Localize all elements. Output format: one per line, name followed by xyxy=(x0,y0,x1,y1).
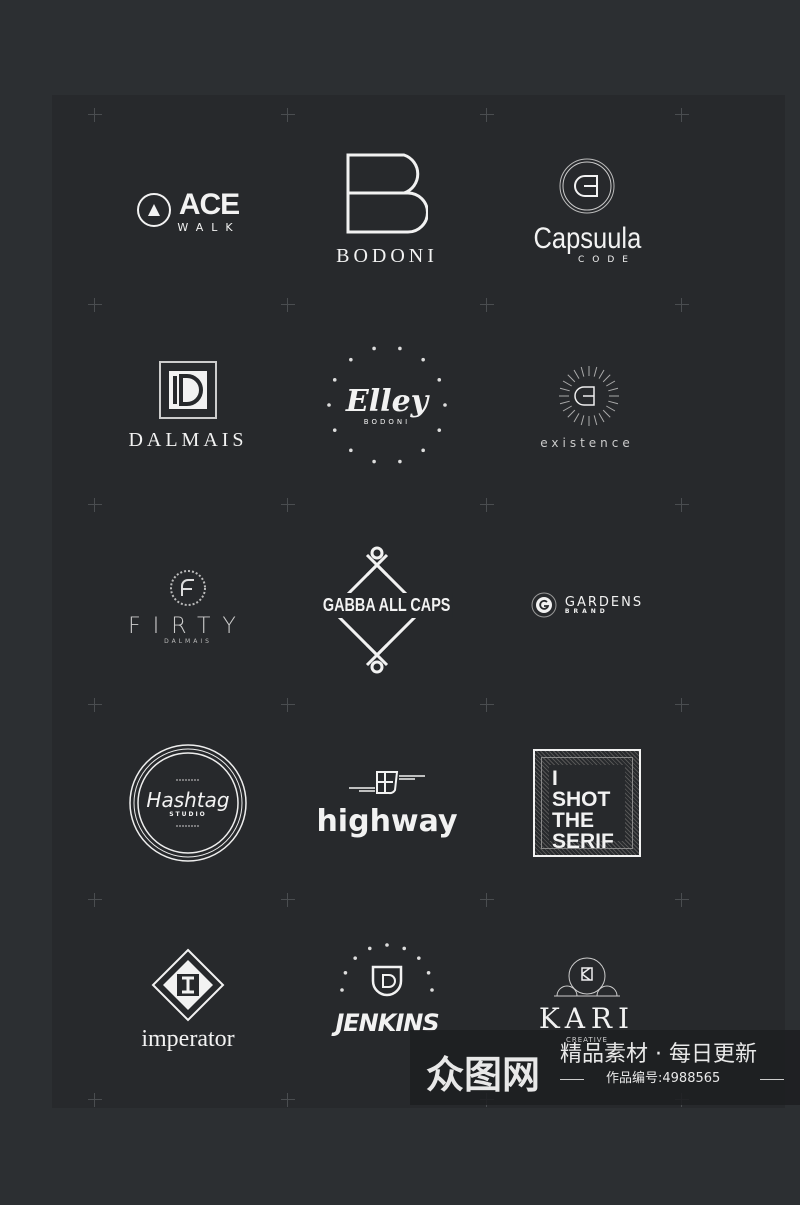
h-speed-icon xyxy=(349,770,425,794)
ray xyxy=(593,366,598,377)
logo-i-shot-the-serif: I SHOT THE SERIF xyxy=(487,708,687,898)
circle-rings-icon xyxy=(129,744,247,862)
logo-hashtag-studio: Hashtag STUDIO xyxy=(88,708,288,898)
ray xyxy=(559,387,570,392)
logo-capsuula-code: Capsuula CODE xyxy=(487,115,687,305)
kari-title: KARI xyxy=(538,1002,636,1035)
ray xyxy=(559,400,570,405)
logo-imperator: imperator xyxy=(88,905,288,1095)
dot xyxy=(417,956,421,960)
dot xyxy=(340,988,344,992)
ace-title: ACE xyxy=(178,187,240,221)
b-monogram-icon xyxy=(346,153,428,233)
dot xyxy=(332,378,337,382)
kari-sub: CREATIVE xyxy=(566,1036,608,1044)
dot xyxy=(332,428,337,432)
logo-gabba-all-caps: GABBA ALL CAPS xyxy=(287,510,487,700)
ray xyxy=(593,415,598,426)
i-diamond-icon xyxy=(151,948,225,1021)
triangle-circle-icon xyxy=(137,193,172,227)
crosshair-mark xyxy=(281,1093,295,1107)
f-laurel-icon xyxy=(170,569,206,606)
logo-bodoni: BODONI xyxy=(287,115,487,305)
ray xyxy=(580,366,585,377)
k-arch-icon xyxy=(554,957,620,997)
shot-line-3: THE xyxy=(552,809,594,832)
logo-gardens-brand: GARDENS BRAND xyxy=(487,510,687,700)
hatched-frame: I SHOT THE SERIF xyxy=(533,749,641,857)
ray xyxy=(602,374,611,383)
dot xyxy=(327,403,331,407)
dot xyxy=(353,956,357,960)
ace-sub: WALK xyxy=(177,220,241,234)
dalmais-title: DALMAIS xyxy=(128,428,248,451)
watermark-rule-right xyxy=(760,1079,784,1080)
ray xyxy=(598,413,605,423)
ray xyxy=(567,374,576,383)
firty-title: FIRTY xyxy=(128,613,248,639)
dot-ring-icon xyxy=(327,346,447,464)
dot xyxy=(349,448,353,453)
ray xyxy=(573,369,580,379)
gabba-title: GABBA ALL CAPS xyxy=(320,592,454,618)
ray xyxy=(608,387,619,392)
shot-line-4: SERIF xyxy=(552,830,614,853)
dot xyxy=(343,970,348,975)
dot xyxy=(437,428,442,432)
ray xyxy=(562,405,572,412)
logo-firty-dalmais: FIRTY DALMAIS xyxy=(88,510,288,700)
dot xyxy=(421,448,425,453)
imperator-title: imperator xyxy=(141,1025,235,1052)
shot-line-2: SHOT xyxy=(552,788,611,811)
dot xyxy=(430,988,434,992)
dot xyxy=(385,943,389,947)
dot xyxy=(437,378,442,382)
ray xyxy=(562,380,572,387)
d-shield-icon xyxy=(371,965,403,997)
dot xyxy=(402,946,407,951)
dot xyxy=(426,970,431,975)
ray xyxy=(573,413,580,423)
ray xyxy=(602,409,611,418)
crosshair-mark xyxy=(88,1093,102,1107)
ray xyxy=(606,405,616,412)
logo-ace-walk: ACE WALK xyxy=(88,115,288,305)
ray xyxy=(567,409,576,418)
ray xyxy=(580,415,585,426)
logo-existence: existence xyxy=(487,310,687,500)
firty-sub: DALMAIS xyxy=(164,637,212,645)
dot xyxy=(398,459,402,464)
shot-line-1: I xyxy=(552,767,558,790)
capsuula-title: Capsuula xyxy=(533,221,641,255)
ray xyxy=(608,400,619,405)
existence-title: existence xyxy=(540,436,634,450)
ray xyxy=(606,380,616,387)
highway-title: highway xyxy=(316,803,458,839)
dot xyxy=(372,459,376,464)
d-frame-icon xyxy=(159,360,217,419)
logo-highway: highway xyxy=(287,708,487,898)
ray xyxy=(598,369,605,379)
logo-elley-bodoni: Elley BODONI xyxy=(287,310,487,500)
dot xyxy=(349,357,353,362)
logo-kari-creative: KARI CREATIVE xyxy=(487,905,687,1095)
dot xyxy=(421,357,425,362)
dot xyxy=(443,403,447,407)
e-sunburst-icon xyxy=(559,366,619,426)
dot xyxy=(372,346,376,351)
dot xyxy=(367,946,372,951)
bodoni-title: BODONI xyxy=(336,244,438,267)
c-circle-icon xyxy=(559,158,615,213)
logo-dalmais: DALMAIS xyxy=(88,310,288,500)
capsuula-sub: CODE xyxy=(578,254,636,265)
g-circle-icon xyxy=(531,592,557,618)
dot xyxy=(398,346,402,351)
gardens-title: GARDENS xyxy=(564,594,644,610)
